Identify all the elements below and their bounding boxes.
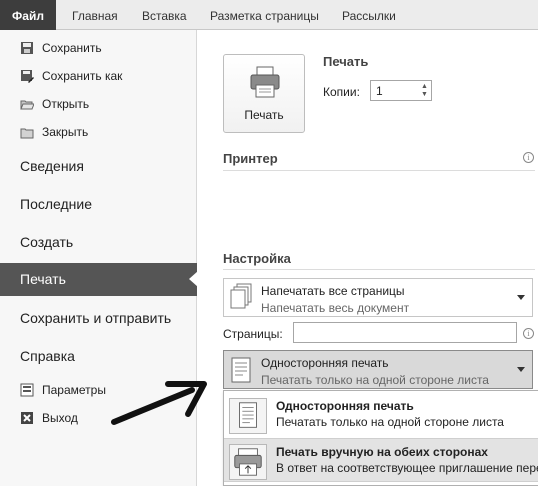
- printer-icon: [250, 66, 280, 98]
- print-section-title: Печать: [323, 54, 369, 69]
- nav-open[interactable]: Открыть: [20, 94, 89, 114]
- ribbon-tabs: Файл Главная Вставка Разметка страницы Р…: [0, 0, 538, 30]
- nav-print[interactable]: Печать: [0, 263, 198, 296]
- printer-divider: [223, 170, 535, 171]
- save-as-icon: [20, 69, 34, 83]
- printer-section-title: Принтер: [223, 151, 278, 166]
- print-button-label: Печать: [244, 108, 284, 122]
- nav-save[interactable]: Сохранить: [20, 38, 102, 58]
- tab-page-layout[interactable]: Разметка страницы: [210, 9, 319, 23]
- increment-icon[interactable]: ▲: [421, 83, 429, 91]
- tab-home[interactable]: Главная: [72, 9, 118, 23]
- pages-stack-icon: [230, 283, 252, 309]
- tab-file[interactable]: Файл: [0, 0, 56, 30]
- save-icon: [20, 41, 34, 55]
- settings-divider: [223, 269, 535, 270]
- options-icon: [20, 383, 34, 397]
- settings-section-title: Настройка: [223, 251, 291, 266]
- print-button[interactable]: Печать: [223, 54, 305, 133]
- nav-options[interactable]: Параметры: [20, 380, 106, 400]
- menu-item-one-sided-title: Односторонняя печать: [276, 399, 414, 413]
- nav-save-as[interactable]: Сохранить как: [20, 66, 122, 86]
- copies-stepper[interactable]: 1 ▲ ▼: [370, 80, 432, 101]
- close-folder-icon: [20, 125, 34, 139]
- printer-info-icon[interactable]: i: [523, 152, 534, 163]
- nav-new[interactable]: Создать: [20, 234, 73, 250]
- tab-insert[interactable]: Вставка: [142, 9, 187, 23]
- print-range-subtitle: Напечатать весь документ: [261, 301, 410, 315]
- nav-exit[interactable]: Выход: [20, 408, 78, 428]
- manual-duplex-icon: [229, 444, 267, 480]
- chevron-down-icon: [517, 367, 525, 372]
- annotation-arrow-icon: [111, 381, 207, 425]
- tab-mailings[interactable]: Рассылки: [342, 9, 396, 23]
- pages-info-icon[interactable]: i: [523, 328, 534, 339]
- nav-close-label: Закрыть: [42, 125, 89, 139]
- nav-open-label: Открыть: [42, 97, 90, 111]
- print-panel: Печать Печать Копии: 1 ▲ ▼ Принтер i Нас…: [198, 30, 538, 486]
- sides-menu: Односторонняя печать Печатать только на …: [223, 390, 538, 486]
- print-range-dropdown[interactable]: Напечатать все страницы Напечатать весь …: [223, 278, 533, 317]
- pages-label: Страницы:: [223, 327, 283, 341]
- nav-options-label: Параметры: [42, 383, 106, 397]
- decrement-icon[interactable]: ▼: [421, 91, 429, 99]
- nav-print-label: Печать: [20, 271, 66, 287]
- nav-exit-label: Выход: [42, 411, 78, 425]
- nav-info[interactable]: Сведения: [20, 158, 84, 174]
- chevron-down-icon: [517, 295, 525, 300]
- nav-recent[interactable]: Последние: [20, 196, 92, 212]
- copies-value: 1: [376, 84, 383, 98]
- nav-close[interactable]: Закрыть: [20, 122, 88, 142]
- nav-save-as-label: Сохранить как: [42, 69, 123, 83]
- sides-dropdown-subtitle: Печатать только на одной стороне листа: [261, 373, 489, 387]
- nav-save-label: Сохранить: [42, 41, 102, 55]
- pages-input[interactable]: [293, 322, 517, 343]
- one-sided-page-icon: [231, 357, 251, 383]
- menu-item-one-sided[interactable]: Односторонняя печать Печатать только на …: [224, 393, 538, 437]
- nav-save-send[interactable]: Сохранить и отправить: [20, 310, 171, 326]
- sides-dropdown-title: Односторонняя печать: [261, 356, 389, 370]
- open-folder-icon: [20, 97, 35, 111]
- one-sided-page-icon: [229, 398, 267, 434]
- exit-icon: [20, 411, 34, 425]
- menu-item-manual-duplex-subtitle: В ответ на соответствующее приглашение п…: [276, 461, 538, 475]
- nav-help[interactable]: Справка: [20, 348, 75, 364]
- copies-label: Копии:: [323, 85, 360, 99]
- menu-item-manual-duplex[interactable]: Печать вручную на обеих сторонах В ответ…: [224, 438, 538, 482]
- menu-item-manual-duplex-title: Печать вручную на обеих сторонах: [276, 445, 488, 459]
- active-pointer-icon: [189, 271, 198, 287]
- menu-item-one-sided-subtitle: Печатать только на одной стороне листа: [276, 415, 504, 429]
- sides-dropdown[interactable]: Односторонняя печать Печатать только на …: [223, 350, 533, 389]
- print-range-title: Напечатать все страницы: [261, 284, 405, 298]
